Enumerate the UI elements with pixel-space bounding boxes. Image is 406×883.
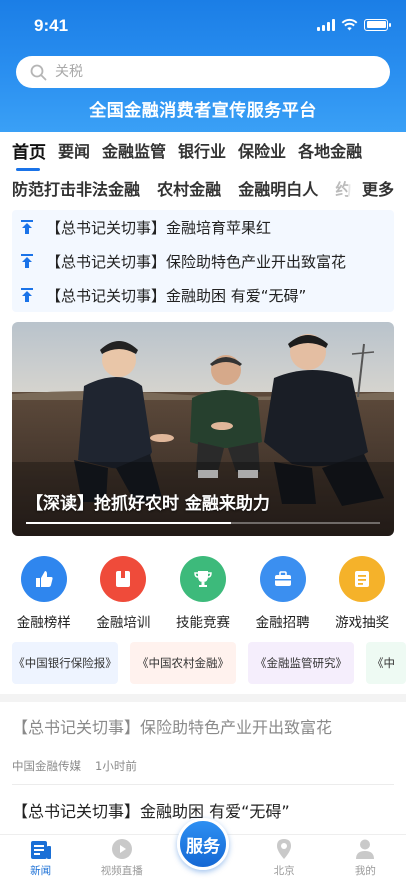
news-separator	[12, 784, 394, 785]
play-icon	[111, 839, 132, 859]
headline-text: 【总书记关切事】金融培育苹果红	[46, 218, 272, 237]
tab-news[interactable]: 要闻	[58, 138, 90, 171]
headline-item[interactable]: 【总书记关切事】金融培育苹果红	[12, 210, 394, 244]
bottom-navigation: 新闻 视频直播 服务 北京 我的	[0, 818, 406, 883]
journal-carousel: 《中国银行保险报》 《中国农村金融》 《金融监管研究》 《中	[12, 642, 406, 684]
category-tabs-primary: 首页 要闻 金融监管 银行业 保险业 各地金融	[12, 138, 406, 171]
tab-banking[interactable]: 银行业	[178, 138, 226, 171]
journal-card[interactable]: 《金融监管研究》	[248, 642, 354, 684]
pin-top-icon	[21, 220, 33, 234]
nav-label: 我的	[354, 865, 376, 877]
news-source: 中国金融传媒	[12, 759, 81, 773]
quick-action-label: 金融招聘	[255, 615, 310, 631]
quick-action-finance-training[interactable]: 金融培训	[85, 556, 161, 631]
tab-anti-illegal-finance[interactable]: 防范打击非法金融	[12, 176, 140, 200]
nav-label: 新闻	[30, 865, 52, 877]
nav-label: 北京	[273, 865, 295, 877]
nav-serve[interactable]: 服务	[171, 818, 235, 878]
quick-action-finance-jobs[interactable]: 金融招聘	[245, 556, 321, 631]
quick-actions: 金融榜样 金融培训 技能竞赛 金融招聘 游戏抽奖	[0, 556, 406, 631]
nav-news[interactable]: 新闻	[9, 840, 73, 878]
serve-button[interactable]: 服务	[176, 818, 229, 870]
status-bar: 9:41	[0, 0, 406, 50]
news-item-title[interactable]: 【总书记关切事】金融助困 有爱“无碍”	[12, 798, 290, 822]
briefcase-icon	[259, 556, 306, 602]
category-tabs-secondary: 防范打击非法金融 农村金融 金融明白人 约 更多	[12, 176, 406, 200]
pinned-headlines: 【总书记关切事】金融培育苹果红 【总书记关切事】保险助特色产业开出致富花 【总书…	[12, 210, 394, 312]
quick-action-label: 金融培训	[96, 615, 151, 631]
tab-insurance[interactable]: 保险业	[238, 138, 286, 171]
journal-card[interactable]: 《中国银行保险报》	[12, 642, 118, 684]
banner-progress-fill	[26, 522, 232, 524]
banner-progress	[26, 522, 380, 524]
nav-video-live[interactable]: 视频直播	[90, 838, 154, 878]
nav-mine[interactable]: 我的	[333, 838, 397, 878]
tab-regional[interactable]: 各地金融	[298, 138, 362, 171]
headline-item[interactable]: 【总书记关切事】保险助特色产业开出致富花	[12, 244, 394, 278]
tab-home[interactable]: 首页	[12, 138, 46, 171]
banner-caption: 【深读】抢抓好农时 金融来助力	[26, 494, 270, 514]
tab-finance-expert[interactable]: 金融明白人	[238, 176, 318, 200]
user-icon	[356, 839, 375, 859]
status-time: 9:41	[34, 16, 69, 35]
news-time: 1小时前	[95, 759, 137, 773]
quick-action-finance-model[interactable]: 金融榜样	[6, 556, 82, 631]
nav-label: 视频直播	[100, 865, 143, 877]
nav-location[interactable]: 北京	[252, 838, 316, 878]
feature-banner[interactable]: 【深读】抢抓好农时 金融来助力	[12, 322, 394, 536]
pin-top-icon	[21, 288, 33, 302]
quick-action-game-lottery[interactable]: 游戏抽奖	[324, 556, 400, 631]
quick-action-label: 游戏抽奖	[335, 615, 390, 631]
tab-rural-finance[interactable]: 农村金融	[157, 176, 221, 200]
section-divider	[0, 694, 406, 702]
trophy-icon	[179, 556, 226, 602]
search-input[interactable]	[55, 64, 335, 80]
headline-item[interactable]: 【总书记关切事】金融助困 有爱“无碍”	[12, 278, 394, 312]
wifi-icon	[341, 18, 358, 31]
header: 9:41 全国金融消费者宣传服务平台	[0, 0, 406, 132]
more-tabs-button[interactable]: 更多	[347, 176, 394, 200]
status-icons	[317, 18, 391, 31]
news-item-meta: 中国金融传媒 1小时前	[12, 758, 137, 774]
search-bar[interactable]	[16, 56, 390, 88]
headline-text: 【总书记关切事】金融助困 有爱“无碍”	[46, 286, 307, 305]
news-item-title[interactable]: 【总书记关切事】保险助特色产业开出致富花	[12, 714, 332, 738]
headline-text: 【总书记关切事】保险助特色产业开出致富花	[46, 252, 347, 271]
journal-card[interactable]: 《中国农村金融》	[130, 642, 236, 684]
quick-action-label: 金融榜样	[16, 615, 71, 631]
platform-title: 全国金融消费者宣传服务平台	[89, 101, 317, 121]
battery-icon	[364, 18, 391, 31]
thumbs-up-icon	[20, 556, 67, 602]
news-icon	[30, 841, 51, 859]
book-icon	[100, 556, 147, 602]
quick-action-skills-contest[interactable]: 技能竞赛	[165, 556, 241, 631]
quick-action-label: 技能竞赛	[175, 615, 230, 631]
journal-card[interactable]: 《中	[366, 642, 406, 684]
location-pin-icon	[277, 839, 292, 859]
tab-regulation[interactable]: 金融监管	[102, 138, 166, 171]
note-icon	[339, 556, 386, 602]
signal-icon	[317, 18, 335, 31]
pin-top-icon	[21, 254, 33, 268]
search-icon	[30, 64, 47, 80]
